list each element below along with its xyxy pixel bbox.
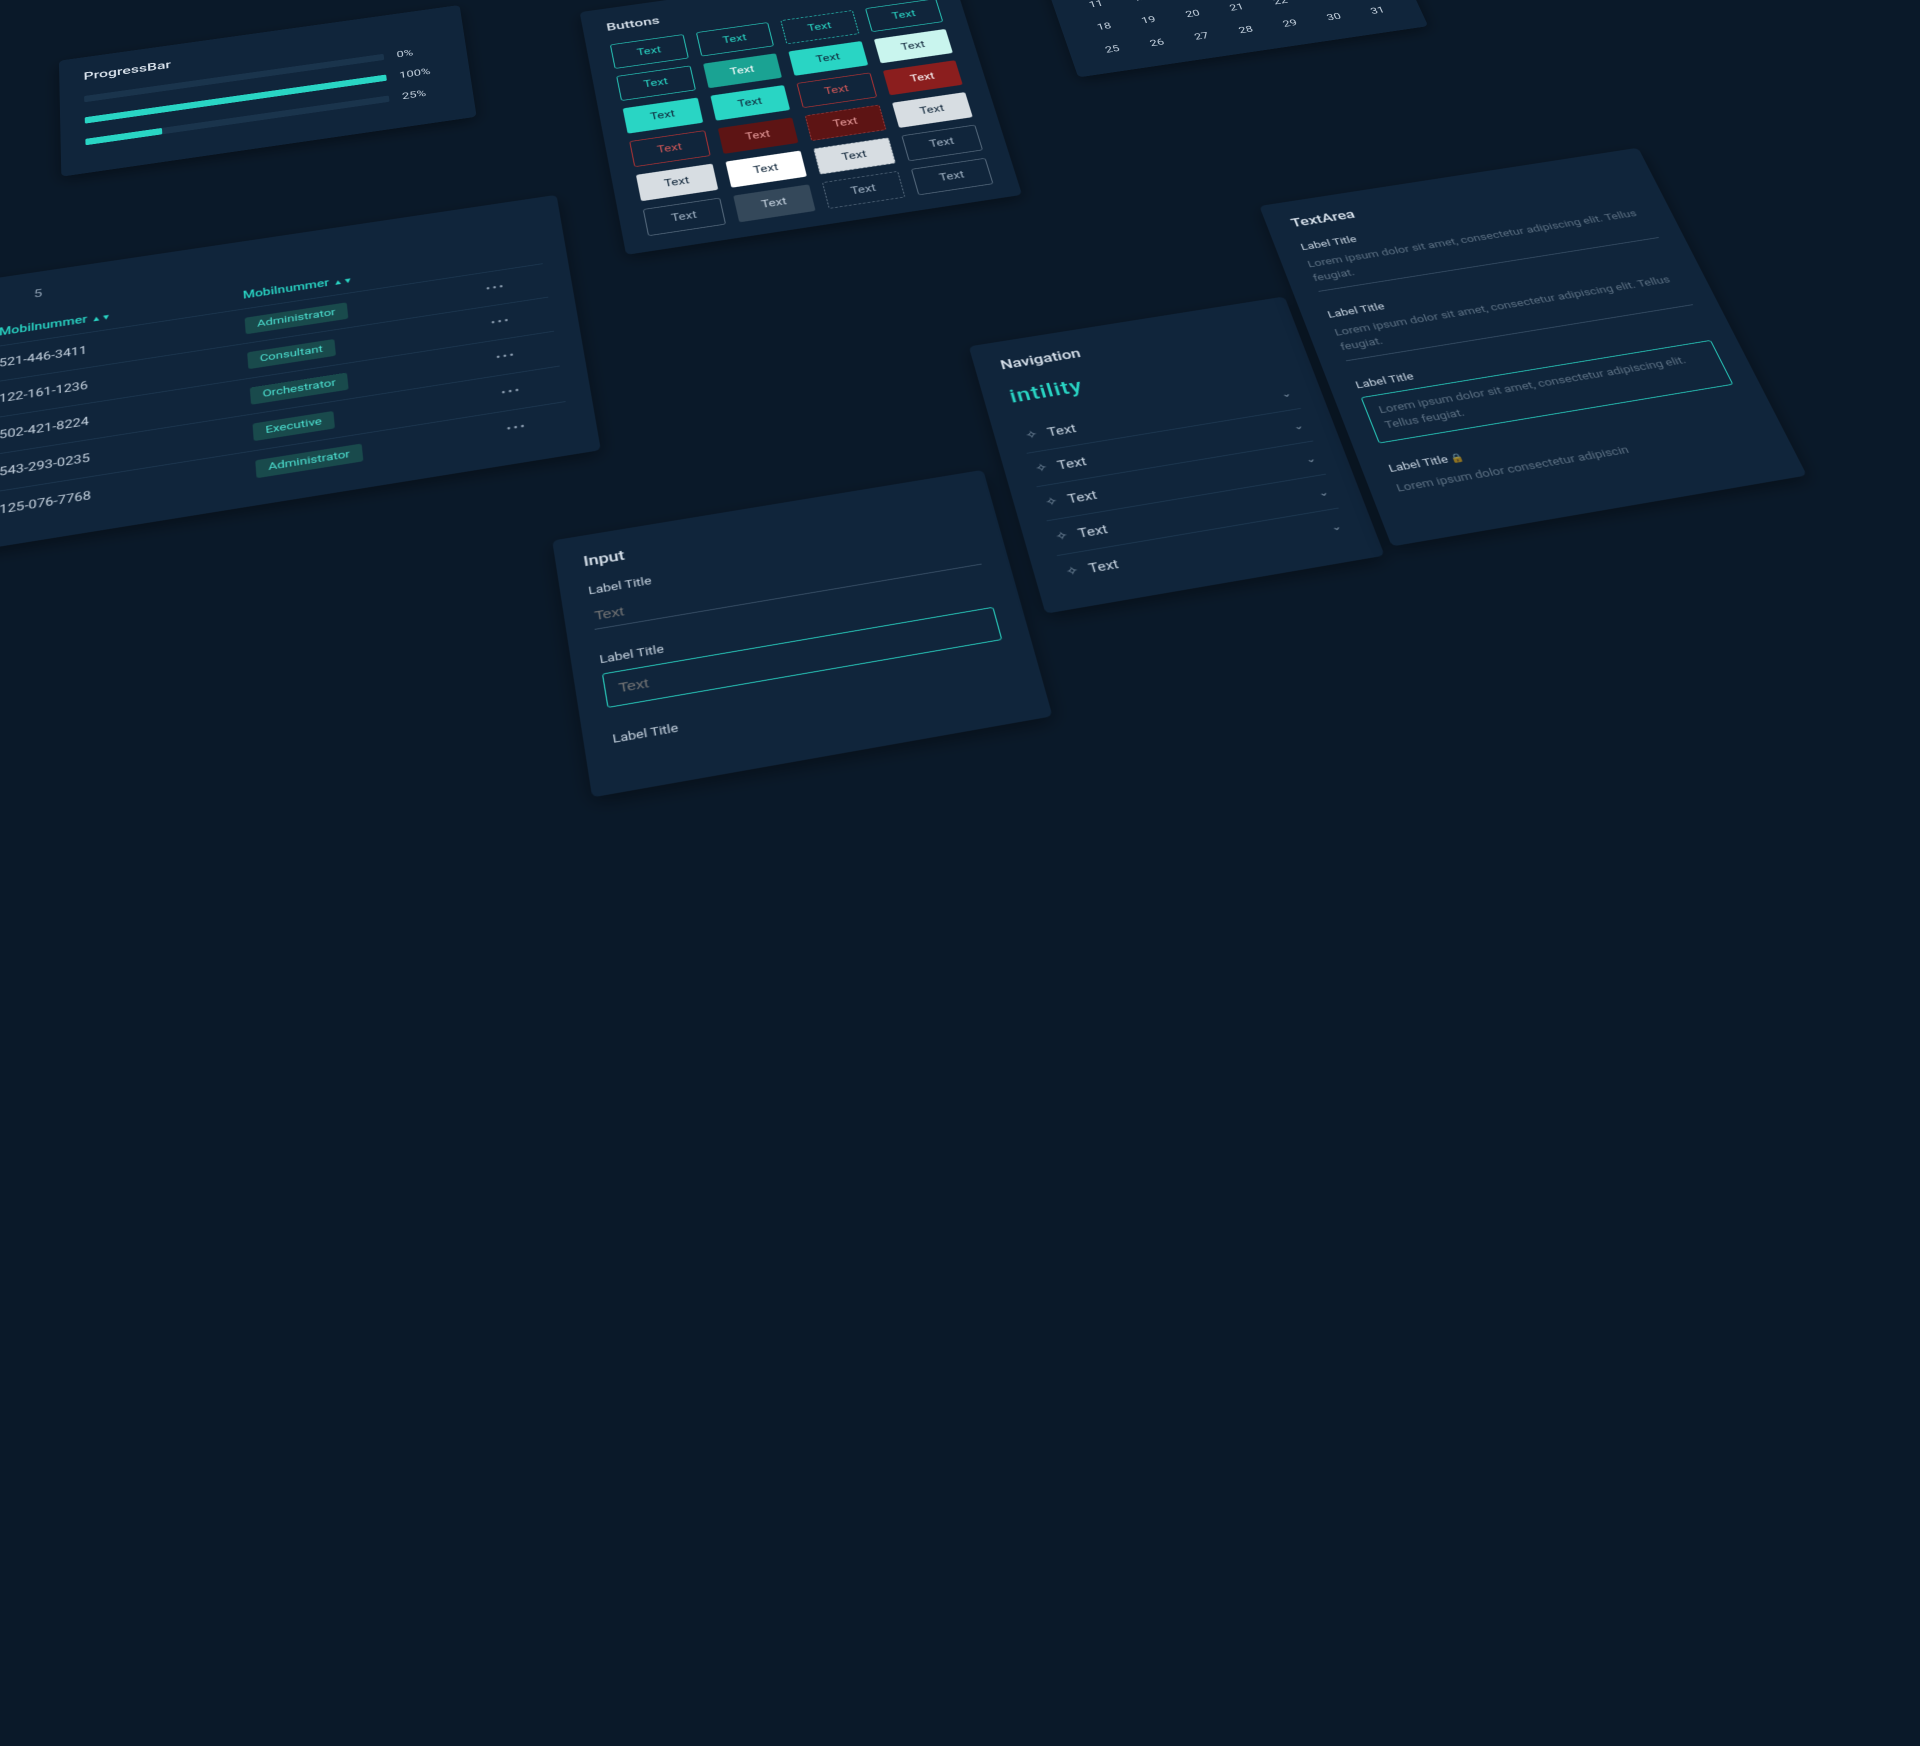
row-more-icon[interactable]: ••• [490,315,512,329]
pager-page[interactable]: 5 [34,287,43,301]
calendar-day[interactable]: 31 [1356,0,1400,22]
button[interactable]: Text [725,151,807,188]
button[interactable]: Text [636,164,718,202]
calendar-day[interactable]: 20 [1171,3,1215,25]
button[interactable]: Text [616,66,695,101]
row-more-icon[interactable]: ••• [495,349,517,364]
calendar-day[interactable]: 21 [1215,0,1259,18]
calendar-day[interactable]: 28 [1224,19,1268,41]
row-more-icon[interactable]: ••• [506,420,528,435]
progressbar-card: ProgressBar 0%100%25% [59,5,477,177]
button[interactable]: Text [910,158,993,195]
button[interactable]: Text [695,22,774,56]
row-more-icon[interactable]: ••• [485,281,506,295]
button[interactable]: Text [717,117,798,154]
calendar-day[interactable]: 13 [1162,0,1205,2]
calendar-day[interactable]: 29 [1268,13,1312,35]
button[interactable]: Text [822,171,905,209]
calendar-day[interactable]: 12 [1119,0,1162,9]
role-badge: Executive [252,411,335,441]
button[interactable]: Text [643,198,726,236]
button[interactable]: Text [780,10,859,44]
button[interactable]: Text [610,34,688,69]
calendar-day[interactable]: 25 [1091,38,1135,60]
calendar-day[interactable]: 26 [1135,32,1179,54]
button[interactable]: Text [892,92,973,128]
calendar-day[interactable]: 11 [1075,0,1118,15]
button[interactable]: Text [873,29,952,63]
button[interactable]: Text [629,130,710,167]
role-badge: Administrator [255,444,363,479]
button[interactable]: Text [703,53,782,88]
calendar-day[interactable]: 22 [1259,0,1303,12]
progress-label: 0% [396,44,443,60]
button[interactable]: Text [813,138,895,175]
button[interactable]: Text [865,0,944,32]
button[interactable]: Text [710,85,790,121]
table-card: 4 5 ernavn▲▼E-mail▲▼Mobilnummer▲▼Mobilnu… [0,195,601,651]
row-more-icon[interactable]: ••• [500,384,522,399]
calendar-day[interactable]: 27 [1180,25,1224,47]
role-badge: Orchestrator [250,373,349,405]
button[interactable]: Text [733,184,816,222]
calendar-day[interactable]: 18 [1083,16,1126,38]
role-badge: Consultant [247,339,336,369]
input-card: Input Label Title Label Title Label Titl… [552,470,1052,798]
calendar-day[interactable]: 19 [1127,9,1171,31]
progress-label: 100% [399,64,446,80]
button[interactable]: Text [882,60,962,95]
button[interactable]: Text [788,41,867,76]
button[interactable]: Text [805,105,886,141]
button[interactable]: Text [623,98,703,134]
button[interactable]: Text [901,125,983,162]
button[interactable]: Text [797,73,877,108]
progress-label: 25% [401,85,448,102]
buttons-card: Buttons TextTextTextTextTextTextTextText… [580,0,1022,255]
datepicker-card: DatePicker Jan 2021 MTOTFLS2829303112345… [1014,0,1428,77]
calendar-day[interactable]: 23 [1302,0,1346,6]
calendar-day[interactable]: 30 [1312,6,1356,28]
